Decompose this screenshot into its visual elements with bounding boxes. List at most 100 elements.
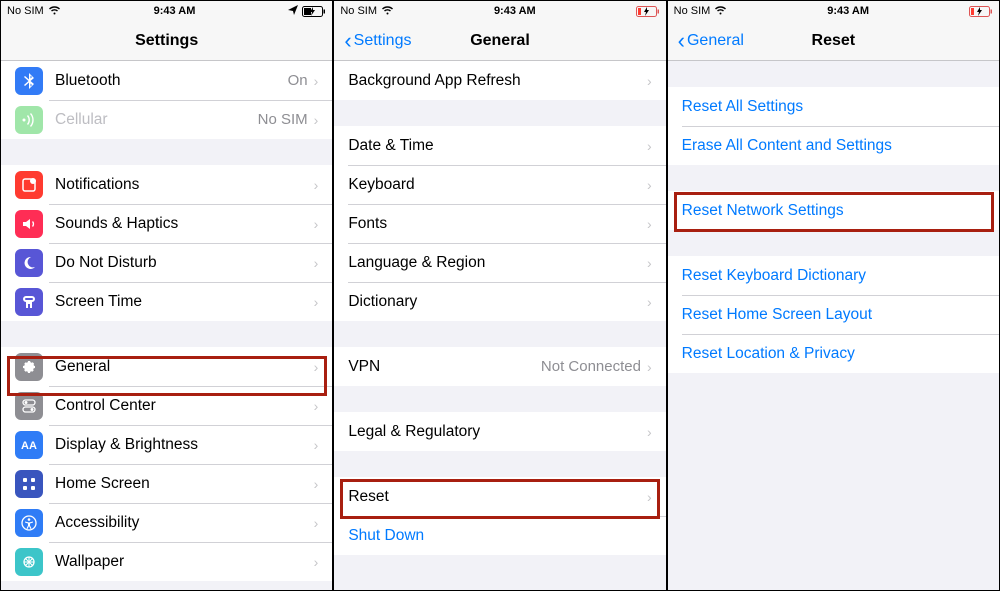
back-label: General (687, 32, 744, 50)
row-label: Screen Time (55, 293, 314, 311)
row-label: Do Not Disturb (55, 254, 314, 272)
chevron-right-icon: › (314, 554, 319, 570)
row-vpn[interactable]: VPN Not Connected › (334, 347, 665, 386)
sounds-icon (15, 210, 43, 238)
row-label: Control Center (55, 397, 314, 415)
wallpaper-icon (15, 548, 43, 576)
row-home[interactable]: Home Screen › (1, 464, 332, 503)
row-dict[interactable]: Dictionary › (334, 282, 665, 321)
carrier-label: No SIM (340, 5, 377, 17)
battery-icon (302, 6, 326, 17)
row-screentime[interactable]: Screen Time › (1, 282, 332, 321)
chevron-right-icon: › (647, 424, 652, 440)
settings-list[interactable]: Bluetooth On › Cellular No SIM › Notific… (1, 61, 332, 590)
chevron-right-icon: › (314, 73, 319, 89)
row-label: Reset Location & Privacy (682, 345, 985, 363)
row-fonts[interactable]: Fonts › (334, 204, 665, 243)
chevron-right-icon: › (647, 138, 652, 154)
chevron-right-icon: › (647, 73, 652, 89)
row-accessibility[interactable]: Accessibility › (1, 503, 332, 542)
row-notifications[interactable]: Notifications › (1, 165, 332, 204)
back-label: Settings (354, 32, 412, 50)
location-icon (288, 5, 298, 18)
row-label: Erase All Content and Settings (682, 137, 985, 155)
row-bluetooth[interactable]: Bluetooth On › (1, 61, 332, 100)
row-display[interactable]: AA Display & Brightness › (1, 425, 332, 464)
row-dnd[interactable]: Do Not Disturb › (1, 243, 332, 282)
row-legal[interactable]: Legal & Regulatory › (334, 412, 665, 451)
row-keyboard[interactable]: Keyboard › (334, 165, 665, 204)
row-label: Bluetooth (55, 72, 288, 90)
row-label: Background App Refresh (348, 72, 647, 90)
chevron-right-icon: › (314, 398, 319, 414)
chevron-right-icon: › (647, 177, 652, 193)
notifications-icon (15, 171, 43, 199)
row-label: Wallpaper (55, 553, 314, 571)
row-erase-all[interactable]: Erase All Content and Settings (668, 126, 999, 165)
battery-icon (969, 6, 993, 17)
panel-general: No SIM 9:43 AM ‹ Settings General Backgr… (333, 0, 666, 591)
row-label: Date & Time (348, 137, 647, 155)
row-label: Sounds & Haptics (55, 215, 314, 233)
row-reset-home[interactable]: Reset Home Screen Layout (668, 295, 999, 334)
control-center-icon (15, 392, 43, 420)
row-label: Keyboard (348, 176, 647, 194)
row-general[interactable]: General › (1, 347, 332, 386)
row-shutdown[interactable]: Shut Down (334, 516, 665, 555)
row-bg-app-refresh[interactable]: Background App Refresh › (334, 61, 665, 100)
row-label: General (55, 358, 314, 376)
time-label: 9:43 AM (494, 5, 536, 17)
row-sounds[interactable]: Sounds & Haptics › (1, 204, 332, 243)
battery-icon (636, 6, 660, 17)
row-label: Accessibility (55, 514, 314, 532)
display-icon: AA (15, 431, 43, 459)
time-label: 9:43 AM (154, 5, 196, 17)
row-reset-all[interactable]: Reset All Settings (668, 87, 999, 126)
row-value: Not Connected (541, 358, 641, 375)
row-label: Home Screen (55, 475, 314, 493)
row-label: Reset (348, 488, 647, 506)
chevron-right-icon: › (647, 216, 652, 232)
chevron-right-icon: › (647, 255, 652, 271)
svg-text:AA: AA (21, 440, 37, 452)
row-control[interactable]: Control Center › (1, 386, 332, 425)
row-wallpaper[interactable]: Wallpaper › (1, 542, 332, 581)
back-button[interactable]: ‹ Settings (344, 30, 411, 52)
row-reset[interactable]: Reset › (334, 477, 665, 516)
bluetooth-icon (15, 67, 43, 95)
row-label: VPN (348, 358, 541, 376)
home-screen-icon (15, 470, 43, 498)
cellular-icon (15, 106, 43, 134)
row-label: Language & Region (348, 254, 647, 272)
row-label: Fonts (348, 215, 647, 233)
row-label: Legal & Regulatory (348, 423, 647, 441)
row-reset-keyboard[interactable]: Reset Keyboard Dictionary (668, 256, 999, 295)
nav-bar: ‹ General Reset (668, 21, 999, 61)
row-label: Reset All Settings (682, 98, 985, 116)
row-lang[interactable]: Language & Region › (334, 243, 665, 282)
reset-list[interactable]: Reset All Settings Erase All Content and… (668, 61, 999, 590)
chevron-right-icon: › (314, 515, 319, 531)
row-cellular[interactable]: Cellular No SIM › (1, 100, 332, 139)
wifi-icon (714, 5, 727, 18)
chevron-right-icon: › (314, 476, 319, 492)
carrier-label: No SIM (674, 5, 711, 17)
row-label: Reset Keyboard Dictionary (682, 267, 985, 285)
chevron-right-icon: › (314, 112, 319, 128)
nav-bar: Settings (1, 21, 332, 61)
row-label: Notifications (55, 176, 314, 194)
wifi-icon (381, 5, 394, 18)
row-reset-network[interactable]: Reset Network Settings (668, 191, 999, 230)
row-reset-location[interactable]: Reset Location & Privacy (668, 334, 999, 373)
general-list[interactable]: Background App Refresh › Date & Time › K… (334, 61, 665, 590)
panel-settings: No SIM 9:43 AM Settings Bluetooth On › C… (0, 0, 333, 591)
back-button[interactable]: ‹ General (678, 30, 744, 52)
row-value: On (288, 72, 308, 89)
chevron-right-icon: › (647, 359, 652, 375)
row-datetime[interactable]: Date & Time › (334, 126, 665, 165)
row-label: Cellular (55, 111, 258, 129)
panel-reset: No SIM 9:43 AM ‹ General Reset Reset All… (667, 0, 1000, 591)
chevron-right-icon: › (314, 437, 319, 453)
dnd-icon (15, 249, 43, 277)
accessibility-icon (15, 509, 43, 537)
